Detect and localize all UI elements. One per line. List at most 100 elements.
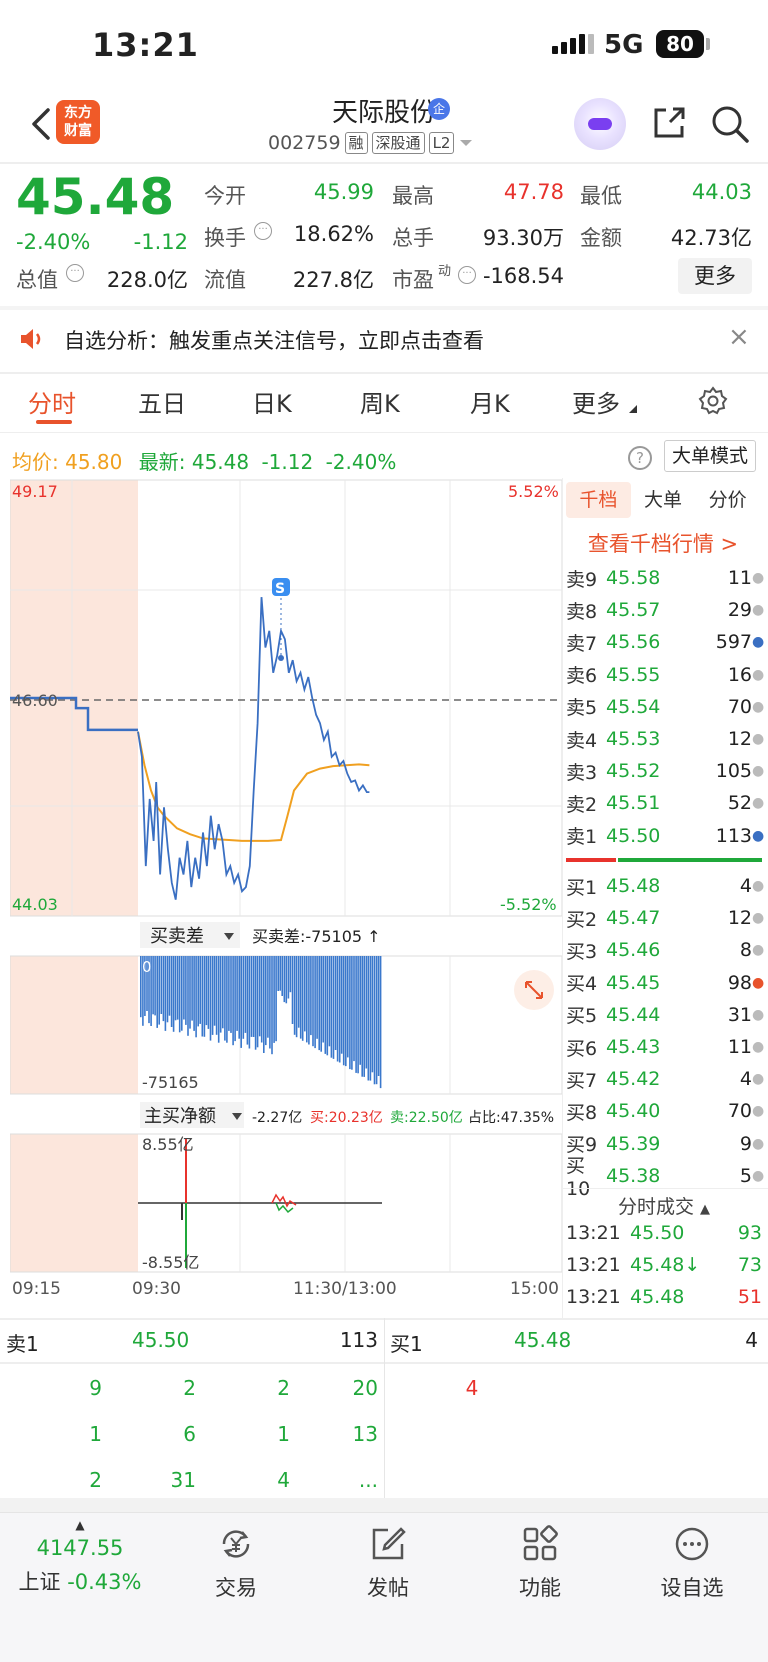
bid-price: 45.43	[606, 1036, 661, 1058]
spread-bar	[299, 956, 302, 1039]
spread-bar	[379, 956, 382, 1089]
intraday-chart[interactable]: S 49.17 46.60 44.03 5.52% -5.52% 买卖差 买卖差…	[10, 478, 562, 1300]
nav-trade-label: 交易	[215, 1576, 257, 1600]
bid-level: 买8	[566, 1101, 598, 1124]
spread-bar	[252, 956, 255, 1037]
spread-bar	[174, 956, 177, 1021]
tab-big-order[interactable]: 大单	[631, 482, 696, 518]
bid-row[interactable]: 买1 45.48 4 ●	[566, 870, 765, 902]
dropdown-icon[interactable]	[458, 137, 474, 149]
bid-row[interactable]: 买6 45.43 11 ●	[566, 1031, 764, 1063]
spread-bar	[330, 956, 333, 1058]
info-icon[interactable]: ···	[66, 264, 84, 282]
spread-bar	[160, 956, 163, 1014]
nav-post[interactable]: 发帖	[328, 1524, 448, 1602]
lv1-bid-price: 45.48	[514, 1328, 572, 1352]
spread-bar	[213, 956, 216, 1026]
spread-bar	[219, 956, 222, 1033]
ask-price: 45.55	[606, 663, 661, 686]
stat-float-label: 流值	[204, 268, 246, 292]
spread-top-label: 0	[142, 958, 152, 976]
nav-add-watchlist[interactable]: 设自选	[632, 1524, 752, 1602]
index-widget[interactable]: ▲ 4147.55 上证 -0.43%	[0, 1518, 160, 1596]
spread-bar	[263, 956, 265, 1053]
spread-auction-zone	[10, 956, 138, 1094]
bid-row[interactable]: 买5 45.44 31 ●	[566, 999, 764, 1031]
ask-row[interactable]: 卖2 45.51 52 ●	[566, 787, 764, 819]
sell-marker-dot	[278, 655, 284, 661]
tick-price: 45.50	[630, 1222, 685, 1244]
bid-row[interactable]: 买2 45.47 12 ●	[566, 902, 764, 934]
bid-volume: 4	[739, 875, 752, 897]
lv1-bid-vol: 4	[745, 1328, 758, 1352]
ask-row[interactable]: 卖9 45.58 11 ●	[566, 562, 764, 594]
tab-daily-k[interactable]: 日K	[252, 384, 292, 419]
tick-time: 13:21	[566, 1222, 621, 1244]
tab-weekly-k[interactable]: 周K	[360, 384, 400, 419]
bid-level: 买4	[566, 973, 598, 996]
ask-row[interactable]: 卖8 45.57 29 ●	[566, 594, 764, 626]
ask-level: 卖7	[566, 632, 598, 655]
spread-bar	[283, 956, 286, 1003]
close-icon[interactable]: ×	[728, 322, 750, 352]
bid-price: 45.45	[606, 971, 661, 994]
bid-row[interactable]: 买7 45.42 4 ●	[566, 1063, 764, 1095]
info-icon[interactable]: ···	[254, 222, 272, 240]
share-icon[interactable]	[650, 104, 688, 142]
alert-text[interactable]: 自选分析：触发重点关注信号，立即点击查看	[64, 325, 484, 355]
spread-bar	[269, 956, 271, 1049]
depth-quote-link[interactable]: 查看千档行情 >	[566, 528, 760, 558]
ask-row[interactable]: 卖6 45.55 16 ●	[566, 659, 764, 691]
ask-row[interactable]: 卖4 45.53 12 ●	[566, 723, 764, 755]
tab-thousand-depth[interactable]: 千档	[566, 482, 631, 518]
tab-intraday[interactable]: 分时	[28, 384, 76, 419]
bid-row[interactable]: 买3 45.46 8 ●	[566, 934, 765, 966]
spread-bar	[336, 956, 339, 1062]
bid-row[interactable]: 买4 45.45 98 ●	[566, 967, 764, 999]
sell-marker-letter: S	[275, 581, 285, 597]
ask-row[interactable]: 卖7 45.56 597 ●	[566, 626, 764, 658]
bid-dot-icon: ●	[752, 878, 765, 894]
big-order-mode-button[interactable]: 大单模式	[664, 440, 756, 472]
bid-row[interactable]: 买10 45.38 5 ●	[566, 1155, 764, 1200]
nav-functions[interactable]: 功能	[480, 1524, 600, 1602]
tick-row: 13:21 45.48↓ 73	[566, 1254, 762, 1276]
gear-icon[interactable]	[698, 386, 728, 416]
flow-net: -2.27亿	[252, 1110, 302, 1126]
tab-monthly-k[interactable]: 月K	[470, 384, 510, 419]
nav-trade[interactable]: 交易	[176, 1524, 296, 1602]
more-stats-button[interactable]: 更多	[678, 258, 752, 294]
more-caret-icon	[629, 405, 637, 413]
spread-bar	[357, 956, 359, 1074]
ask-row[interactable]: 卖5 45.54 70 ●	[566, 691, 764, 723]
bid-volume: 11	[727, 1036, 752, 1058]
spread-bar	[324, 956, 327, 1054]
bid-dot-icon: ●	[752, 942, 765, 959]
ask-row[interactable]: 卖3 45.52 105 ●	[566, 755, 764, 787]
spread-bar	[201, 956, 204, 1037]
tick-section-title[interactable]: 分时成交 ▲	[566, 1192, 762, 1219]
tab-five-day[interactable]: 五日	[138, 384, 186, 419]
spread-bar	[351, 956, 353, 1070]
tick-volume: 73	[737, 1254, 762, 1276]
spread-bar	[195, 956, 197, 1038]
bid-row[interactable]: 买8 45.40 70 ●	[566, 1095, 764, 1127]
stock-subtitle[interactable]: 002759 融 深股通 L2	[268, 132, 474, 154]
tab-more[interactable]: 更多	[572, 384, 620, 419]
search-icon[interactable]	[710, 104, 750, 144]
tab-price-dist[interactable]: 分价	[695, 482, 760, 518]
yen-cycle-icon	[222, 1530, 250, 1558]
edit-icon	[372, 1527, 406, 1560]
help-icon[interactable]: ?	[628, 446, 652, 470]
bid-level: 买2	[566, 908, 598, 931]
speaker-icon	[21, 329, 41, 349]
tick-collapse-icon[interactable]: ▲	[700, 1202, 710, 1217]
avg-label: 均价:	[12, 450, 59, 474]
spread-bar	[178, 956, 181, 1033]
bid-level: 买1	[566, 876, 598, 899]
spread-bar	[355, 956, 357, 1073]
x-label-0930: 09:30	[132, 1279, 181, 1299]
bid-volume: 70	[727, 1100, 752, 1123]
ask-row[interactable]: 卖1 45.50 113 ●	[566, 820, 764, 852]
bid-volume: 5	[739, 1164, 752, 1187]
